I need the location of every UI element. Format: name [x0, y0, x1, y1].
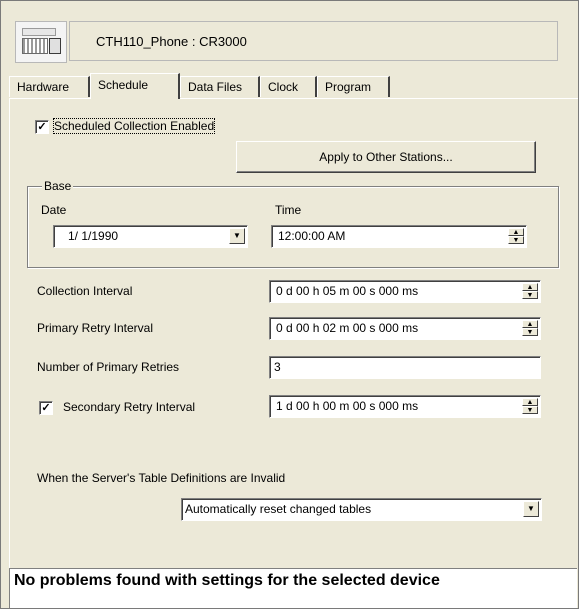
- apply-to-other-stations-button[interactable]: Apply to Other Stations...: [236, 141, 536, 173]
- spin-down-icon[interactable]: ▼: [522, 328, 538, 336]
- invalid-table-definitions-label: When the Server's Table Definitions are …: [37, 471, 286, 485]
- number-of-primary-retries-value: 3: [274, 360, 281, 374]
- spin-up-icon[interactable]: ▲: [522, 283, 538, 291]
- tab-program[interactable]: Program: [317, 76, 390, 97]
- base-group-legend: Base: [42, 179, 74, 193]
- chevron-down-icon[interactable]: ▼: [523, 501, 539, 517]
- spin-down-icon[interactable]: ▼: [522, 406, 538, 414]
- base-time-field[interactable]: 12:00:00 AM ▲ ▼: [271, 225, 527, 248]
- invalid-table-definitions-value: Automatically reset changed tables: [185, 502, 372, 516]
- secondary-retry-interval-value: 1 d 00 h 00 m 00 s 000 ms: [276, 399, 419, 413]
- spin-up-icon[interactable]: ▲: [508, 228, 524, 236]
- base-time-value: 12:00:00 AM: [278, 229, 346, 243]
- time-spinner[interactable]: ▲ ▼: [508, 228, 524, 245]
- base-date-field[interactable]: 1/ 1/1990 ▼: [53, 225, 248, 248]
- tab-schedule[interactable]: Schedule: [90, 73, 180, 99]
- primary-retry-interval-value: 0 d 00 h 02 m 00 s 000 ms: [276, 321, 419, 335]
- secondary-retry-interval-label[interactable]: Secondary Retry Interval: [63, 400, 195, 414]
- date-label: Date: [41, 203, 67, 217]
- tab-clock[interactable]: Clock: [260, 76, 317, 97]
- chevron-down-icon[interactable]: ▼: [229, 228, 245, 244]
- primary-retry-interval-spinner[interactable]: ▲ ▼: [522, 320, 538, 337]
- number-of-primary-retries-label: Number of Primary Retries: [37, 360, 180, 374]
- tab-data-files[interactable]: Data Files: [180, 76, 260, 97]
- datalogger-icon: [15, 21, 67, 63]
- invalid-table-definitions-select[interactable]: Automatically reset changed tables ▼: [181, 498, 542, 521]
- secondary-retry-checkbox[interactable]: ✓: [39, 401, 53, 415]
- spin-up-icon[interactable]: ▲: [522, 320, 538, 328]
- settings-window: CTH110_Phone : CR3000 Hardware Schedule …: [0, 0, 579, 609]
- collection-interval-value: 0 d 00 h 05 m 00 s 000 ms: [276, 284, 419, 298]
- collection-interval-label: Collection Interval: [37, 284, 133, 298]
- primary-retry-interval-field[interactable]: 0 d 00 h 02 m 00 s 000 ms ▲ ▼: [269, 317, 541, 340]
- number-of-primary-retries-field[interactable]: 3: [269, 356, 541, 379]
- secondary-retry-interval-spinner[interactable]: ▲ ▼: [522, 398, 538, 415]
- collection-interval-field[interactable]: 0 d 00 h 05 m 00 s 000 ms ▲ ▼: [269, 280, 541, 303]
- scheduled-collection-checkbox[interactable]: ✓: [35, 120, 49, 134]
- spin-down-icon[interactable]: ▼: [508, 236, 524, 244]
- station-title: CTH110_Phone : CR3000: [69, 21, 558, 61]
- tab-hardware[interactable]: Hardware: [9, 76, 90, 97]
- time-label: Time: [275, 203, 302, 217]
- scheduled-collection-label[interactable]: Scheduled Collection Enabled: [52, 118, 216, 134]
- base-date-value: 1/ 1/1990: [68, 229, 119, 243]
- status-message: No problems found with settings for the …: [9, 568, 577, 608]
- collection-interval-spinner[interactable]: ▲ ▼: [522, 283, 538, 300]
- spin-down-icon[interactable]: ▼: [522, 291, 538, 299]
- secondary-retry-interval-field[interactable]: 1 d 00 h 00 m 00 s 000 ms ▲ ▼: [269, 395, 541, 418]
- primary-retry-interval-label: Primary Retry Interval: [37, 321, 154, 335]
- spin-up-icon[interactable]: ▲: [522, 398, 538, 406]
